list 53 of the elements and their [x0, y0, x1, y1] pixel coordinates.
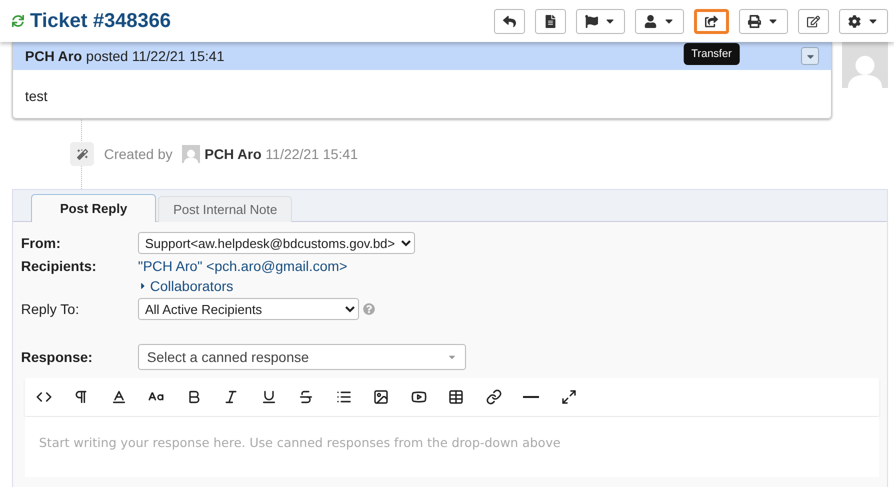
reply-icon — [503, 14, 516, 28]
response-label: Response: — [21, 349, 94, 365]
from-label: From: — [21, 235, 62, 251]
italic-icon — [223, 389, 240, 405]
strike-icon — [298, 389, 314, 405]
reply-to-select[interactable]: All Active Recipients — [138, 298, 359, 320]
underline-icon — [260, 389, 277, 405]
code-icon — [36, 389, 52, 405]
flag-icon — [585, 14, 598, 28]
magic-wand-icon — [70, 142, 94, 166]
avatar-silhouette-icon — [183, 148, 200, 163]
tooltip: Transfer — [683, 42, 740, 64]
tab[interactable]: Post Reply — [31, 194, 156, 222]
message-menu-button[interactable] — [801, 47, 819, 65]
print-button[interactable] — [739, 8, 788, 34]
edit-button[interactable] — [798, 8, 829, 34]
tab[interactable]: Post Internal Note — [158, 196, 292, 222]
horizontal-rule-icon — [523, 396, 540, 398]
paragraph-icon — [73, 389, 90, 405]
document-button[interactable] — [535, 8, 566, 34]
reply-button[interactable] — [494, 8, 525, 34]
canned-response-dropdown[interactable]: Select a canned response — [138, 344, 466, 370]
collaborators-link[interactable]: Collaborators — [138, 278, 879, 294]
response-editor-field[interactable]: Start writing your response here. Use canned responses from the drop-down above — [25, 417, 879, 477]
recipients-label: Recipients: — [21, 258, 98, 274]
flag-button[interactable] — [576, 8, 625, 34]
event-author: PCH Aro — [204, 146, 262, 162]
transfer-icon — [705, 14, 718, 28]
video-icon — [410, 389, 427, 405]
event-time: 11/22/21 15:41 — [266, 146, 358, 162]
author-name: PCH Aro — [25, 48, 82, 64]
fullscreen-icon — [560, 389, 577, 405]
link-icon — [486, 389, 502, 405]
refresh-icon[interactable] — [12, 15, 24, 27]
reply-to-label: Reply To: — [21, 301, 80, 317]
from-select[interactable]: Support<aw.helpdesk@bdcustoms.gov.bd> — [138, 232, 415, 254]
avatar-silhouette-icon — [846, 54, 884, 88]
message-body: test — [24, 87, 49, 106]
event-label: Created by — [104, 146, 172, 162]
user-icon — [644, 14, 657, 28]
image-icon — [373, 389, 390, 405]
recipient-value: "PCH Aro" <pch.aro@gmail.com> — [138, 258, 348, 274]
document-icon — [544, 14, 557, 28]
settings-button[interactable] — [839, 8, 888, 34]
print-icon — [748, 14, 761, 28]
settings-icon — [848, 14, 861, 28]
list-icon — [336, 389, 352, 405]
user-button[interactable] — [635, 8, 684, 34]
table-icon — [448, 389, 464, 405]
edit-icon — [807, 14, 820, 28]
ticket-title: Ticket #348366 — [30, 10, 171, 32]
posted-time: posted 11/22/21 15:41 — [86, 48, 224, 64]
color-icon — [110, 389, 127, 405]
